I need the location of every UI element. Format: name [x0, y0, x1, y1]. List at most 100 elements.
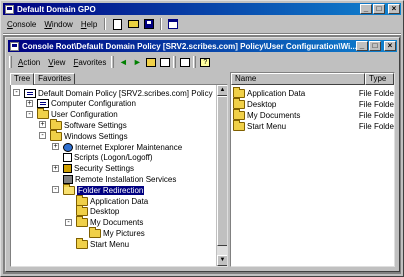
minimize-button[interactable]: _ [360, 4, 372, 14]
tab-tree[interactable]: Tree [10, 73, 35, 85]
list-item[interactable]: Start Menu File Folder [231, 119, 394, 131]
item-name: Desktop [247, 99, 277, 109]
expand-toggle[interactable]: + [52, 164, 59, 172]
item-name: My Documents [247, 110, 301, 120]
menu-window[interactable]: Window [40, 20, 76, 29]
expand-toggle[interactable]: + [52, 143, 59, 150]
list-item[interactable]: Desktop File Folder [231, 97, 394, 109]
collapse-toggle[interactable]: - [65, 218, 72, 226]
script-icon [63, 153, 72, 163]
tree-node-label: Start Menu [90, 239, 130, 249]
help-icon[interactable]: ? [198, 56, 212, 68]
open-folder-icon[interactable] [126, 18, 140, 31]
tree-node[interactable]: Remote Installation Services [63, 174, 176, 184]
child-minimize-button[interactable]: _ [356, 41, 368, 51]
collapse-toggle[interactable]: - [26, 110, 33, 118]
user-icon [37, 108, 49, 120]
tree-scrollbar[interactable]: ▲ ▼ [216, 85, 227, 266]
save-icon[interactable] [142, 18, 156, 31]
scroll-down-button[interactable]: ▼ [217, 255, 227, 266]
app-title: Default Domain GPO [17, 4, 96, 14]
folder-icon [50, 129, 62, 141]
tree-node-label: Scripts (Logon/Logoff) [74, 153, 153, 163]
close-button[interactable]: × [388, 4, 400, 14]
back-arrow-icon[interactable]: ◄ [116, 56, 130, 68]
expand-toggle[interactable]: + [39, 121, 46, 129]
list-item[interactable]: My Documents File Folder [231, 108, 394, 120]
up-folder-icon[interactable] [144, 56, 158, 68]
child-titlebar: Console Root\Default Domain Policy [SRV2… [8, 40, 397, 52]
item-name: Start Menu [247, 121, 287, 131]
maximize-button[interactable]: □ [373, 4, 385, 14]
list-item[interactable]: Application Data File Folder [231, 86, 394, 98]
tree-node[interactable]: Security Settings [63, 164, 134, 174]
folder-icon [233, 86, 245, 98]
folder-icon [76, 237, 88, 249]
column-type[interactable]: Type [365, 73, 394, 85]
mmc-window: Default Domain GPO _ □ × Console Window … [0, 0, 404, 277]
collapse-toggle[interactable]: - [52, 186, 59, 194]
tree-node-label: Folder Redirection [77, 185, 145, 195]
tree-node-label: Desktop [90, 207, 120, 217]
menu-console[interactable]: Console [3, 20, 40, 29]
tree-node[interactable]: Computer Configuration [37, 99, 136, 109]
tree-node[interactable]: Scripts (Logon/Logoff) [63, 153, 153, 163]
menu-help[interactable]: Help [77, 20, 101, 29]
tree-node[interactable]: Windows Settings [50, 129, 128, 141]
scroll-thumb[interactable] [217, 96, 227, 246]
child-close-button[interactable]: × [384, 41, 396, 51]
menu-action[interactable]: Action [14, 58, 44, 67]
app-titlebar: Default Domain GPO _ □ × [3, 3, 401, 15]
item-type: File Folder [358, 110, 394, 120]
console-window-icon[interactable] [10, 41, 19, 51]
tree-node[interactable]: Application Data [76, 194, 148, 206]
tree-node[interactable]: Default Domain Policy [SRV2.scribes.com]… [24, 88, 213, 98]
tree-node[interactable]: Start Menu [76, 237, 130, 249]
expand-toggle[interactable]: + [26, 99, 33, 107]
tab-favorites[interactable]: Favorites [34, 73, 76, 84]
child-maximize-button[interactable]: □ [369, 41, 381, 51]
scroll-up-button[interactable]: ▲ [217, 85, 227, 96]
item-type: File Folder [358, 99, 394, 109]
tree-node-label: Computer Configuration [51, 99, 136, 109]
tree-node-label: User Configuration [51, 110, 118, 120]
collapse-toggle[interactable]: - [13, 89, 20, 96]
collapse-toggle[interactable]: - [39, 132, 46, 140]
tree-node[interactable]: Software Settings [50, 118, 127, 130]
computer-icon [37, 99, 49, 109]
tree-node[interactable]: Internet Explorer Maintenance [63, 142, 182, 152]
child-toolbar: Action View Favorites ◄ ► ? [8, 54, 397, 70]
new-document-icon[interactable] [110, 18, 124, 31]
item-name: Application Data [247, 88, 306, 98]
folder-icon [76, 194, 88, 206]
tree-node-label: Internet Explorer Maintenance [75, 142, 183, 152]
folder-icon [50, 118, 62, 130]
folder-icon [233, 108, 245, 120]
folder-icon [233, 119, 245, 131]
tree-node-label: Software Settings [64, 120, 127, 130]
open-folder-icon [63, 183, 75, 195]
item-type: File Folder [358, 88, 394, 98]
folder-icon [76, 216, 88, 228]
mdi-workspace: Console Root\Default Domain Policy [SRV2… [3, 35, 401, 274]
tree-node-label: Default Domain Policy [SRV2.scribes.com]… [38, 88, 213, 98]
new-window-icon[interactable] [166, 18, 180, 31]
column-name[interactable]: Name [231, 73, 365, 85]
policy-icon [24, 88, 36, 98]
show-tree-icon[interactable] [158, 56, 172, 68]
menu-favorites[interactable]: Favorites [69, 58, 110, 67]
folder-icon [233, 97, 245, 109]
folder-icon [76, 205, 88, 217]
tree-node-label: Remote Installation Services [75, 174, 177, 184]
tree-node[interactable]: My Pictures [89, 226, 145, 238]
console-child-window: Console Root\Default Domain Policy [SRV2… [5, 37, 400, 272]
list-header: Name Type [231, 73, 394, 85]
mmc-app-icon[interactable] [5, 4, 14, 14]
export-list-icon[interactable] [178, 56, 192, 68]
app-menubar: Console Window Help [3, 16, 181, 32]
forward-arrow-icon[interactable]: ► [130, 56, 144, 68]
folder-icon [89, 226, 101, 238]
menu-view[interactable]: View [44, 58, 69, 67]
globe-icon [63, 142, 73, 152]
tree-node[interactable]: My Documents [76, 216, 143, 228]
